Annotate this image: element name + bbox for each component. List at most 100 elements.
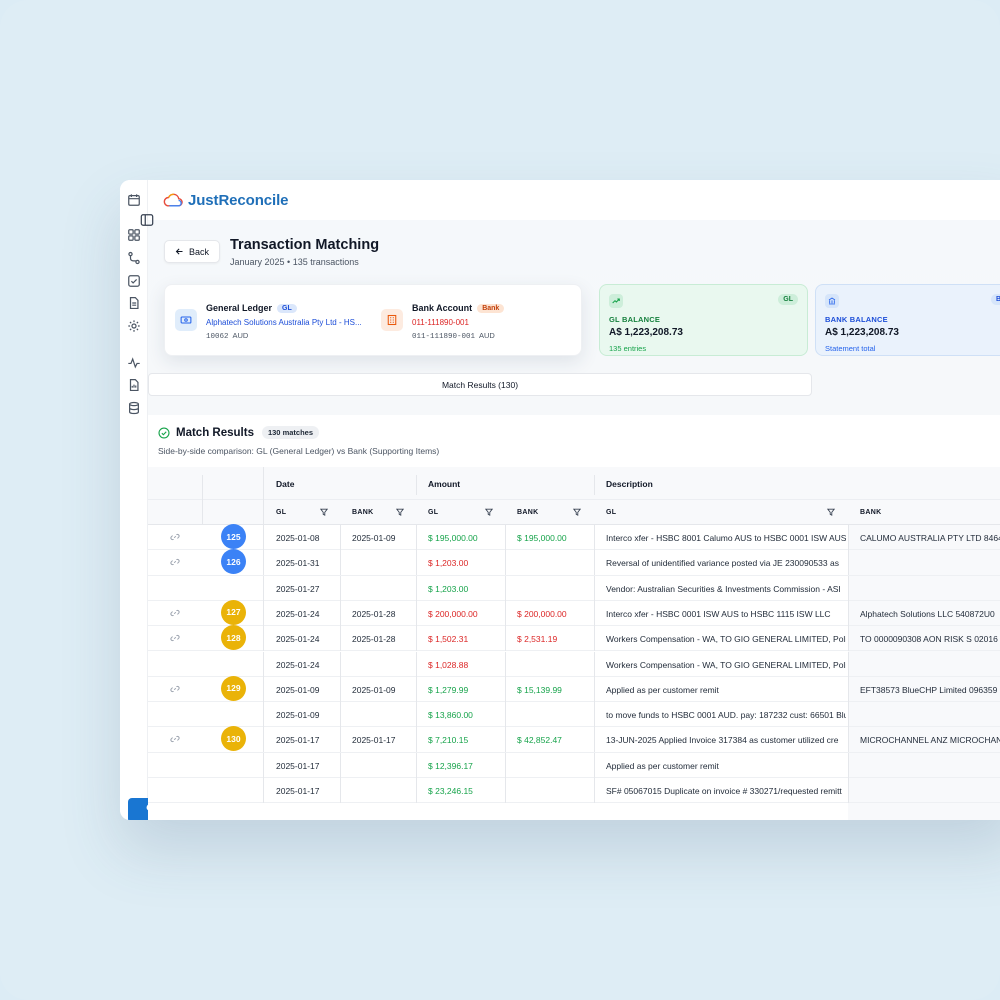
database-icon[interactable] [127,401,141,415]
bank-amount-cell: $ 42,852.47 [517,735,562,746]
filter-icon[interactable] [827,508,835,516]
back-button[interactable]: Back [164,240,220,263]
gl-entity-link[interactable]: Alphatech Solutions Australia Pty Ltd - … [206,318,362,327]
gl-date-cell: 2025-01-17 [276,760,320,771]
bank-date-cell: 2025-01-09 [352,684,396,695]
column-divider [505,575,506,601]
column-divider [340,575,341,601]
filter-icon[interactable] [320,508,328,516]
link-icon[interactable] [170,532,180,542]
table-row[interactable]: 130 2025-01-17 2025-01-17 $ 7,210.15 $ 42,85… [148,726,1000,753]
table-row[interactable]: 127 2025-01-24 2025-01-28 $ 200,000.00 $ 200… [148,599,1000,627]
bank-description-cell: MICROCHANNEL ANZ MICROCHAN [860,735,1000,746]
column-divider [848,752,849,778]
link-icon[interactable] [170,608,180,618]
gear-icon[interactable] [127,319,141,333]
tab-label: Match Results (130) [441,379,519,390]
column-divider [416,651,417,677]
header-amount-bank: BANK [517,509,539,516]
gl-date-cell: 2025-01-24 [276,659,320,670]
column-divider [263,727,264,753]
table-row[interactable]: 2025-01-09 $ 13,860.00 to move funds to HS… [148,702,1000,728]
table-row[interactable]: 129 2025-01-09 2025-01-09 $ 1,279.99 $ 15,13… [148,675,1000,703]
match-number-badge[interactable]: 125 [221,524,246,549]
table-sub-header: GL BANK GL BANK GL BANK [148,500,1000,525]
header-date-bank: BANK [352,509,374,516]
brand[interactable]: JustReconcile [162,189,289,211]
calendar-icon[interactable] [127,193,141,207]
building-icon [381,309,403,331]
gl-amount-cell: $ 13,860.00 [428,710,473,721]
main-content: JustReconcile Back Transaction Matching … [140,180,1000,820]
gl-amount-cell: $ 7,210.15 [428,735,469,746]
filter-icon[interactable] [396,508,404,516]
column-divider [416,575,417,601]
link-icon[interactable] [170,684,180,694]
match-table: Date Amount Description GL BANK GL BANK … [148,467,1000,820]
checkbox-icon[interactable] [127,274,141,288]
dashboard-icon[interactable] [127,228,141,242]
gl-description-cell: Reversal of unidentified variance posted… [606,558,839,569]
table-row[interactable]: 125 2025-01-08 2025-01-09 $ 195,000.00 $ 195… [148,524,1000,551]
gl-account-code: 10062 AUD [206,331,249,341]
table-row[interactable]: 2025-01-27 $ 1,203.00 Vendor: Australian S… [148,575,1000,601]
link-icon[interactable] [170,557,180,567]
column-divider [848,550,849,576]
gl-amount-cell: $ 1,279.99 [428,684,469,695]
link-icon[interactable] [170,734,180,744]
column-divider [416,600,417,626]
column-divider [416,702,417,728]
gl-description-cell: Applied as per customer remit [606,760,719,771]
bank-balance-sub: Statement total [825,344,876,353]
page-subtitle: January 2025 • 135 transactions [230,257,359,267]
table-row[interactable]: 2025-01-17 $ 12,396.17 Applied as per cust… [148,752,1000,778]
gl-balance-label: GL BALANCE [609,315,661,324]
filter-icon[interactable] [485,508,493,516]
match-number-badge[interactable]: 130 [221,726,246,752]
bank-tag: Bank [477,304,505,313]
match-number-badge[interactable]: 127 [221,599,246,625]
gl-account[interactable]: General Ledger GL Alphatech Solutions Aus… [175,285,375,357]
tab-match-results[interactable]: Match Results (130) [148,373,812,396]
header-amount-gl: GL [428,509,439,516]
column-divider [505,778,506,803]
filter-icon[interactable] [573,508,581,516]
link-icon[interactable] [170,633,180,643]
column-divider [263,550,264,576]
gl-date-cell: 2025-01-17 [276,786,320,796]
activity-icon[interactable] [127,356,141,370]
match-number-badge[interactable]: 126 [221,549,246,575]
gl-account-title: General Ledger GL [206,303,297,313]
check-circle-icon [158,426,170,439]
bank-description-cell: Alphatech Solutions LLC 540872U0 [860,608,995,619]
bank-amount-cell: $ 2,531.19 [517,634,558,645]
bank-amount-cell: $ 15,139.99 [517,684,562,695]
gl-description-cell: Vendor: Australian Securities & Investme… [606,583,841,594]
column-divider [263,752,264,778]
sidebar-toggle-icon[interactable] [140,213,154,227]
table-row[interactable]: 2025-01-24 $ 1,028.88 Workers Compensation… [148,651,1000,677]
document-icon[interactable] [127,296,141,310]
gl-amount-cell: $ 200,000.00 [428,608,478,619]
column-divider [340,752,341,778]
column-divider [848,626,849,652]
table-row[interactable]: 128 2025-01-24 2025-01-28 $ 1,502.31 $ 2,531… [148,625,1000,652]
gl-amount-cell: $ 23,246.15 [428,786,473,796]
column-divider [505,626,506,652]
column-divider [594,475,595,495]
column-divider [505,676,506,702]
gl-balance-value: A$ 1,223,208.73 [609,327,683,338]
bank-description-cell: EFT38573 BlueCHP Limited 096359 [860,684,998,695]
bank-account[interactable]: Bank Account Bank 011-111890-001 011-1118… [381,285,581,357]
report-icon[interactable] [127,378,141,392]
bank-description-cell: TO 0000090308 AON RISK S 02016 [860,634,998,645]
column-divider [848,702,849,728]
match-number-badge[interactable]: 129 [221,675,246,701]
table-row[interactable]: 126 2025-01-31 $ 1,203.00 Reversal of unide… [148,549,1000,576]
table-row[interactable]: 2025-01-17 $ 23,246.15 SF# 05067015 Duplic… [148,778,1000,804]
bank-icon [825,294,839,308]
results-count-badge: 130 matches [261,426,319,439]
workflow-icon[interactable] [127,251,141,265]
column-divider [505,727,506,753]
match-number-badge[interactable]: 128 [221,625,246,651]
